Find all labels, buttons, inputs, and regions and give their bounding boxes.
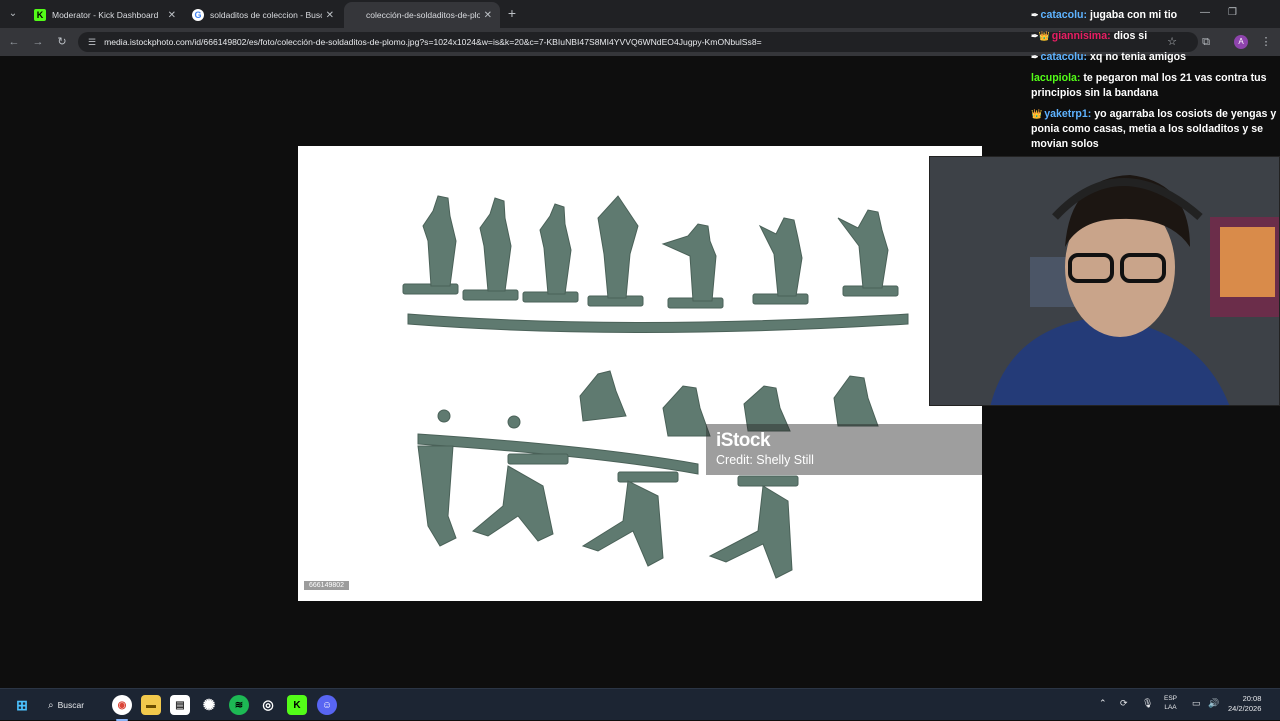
close-tab-icon[interactable]: ✕ xyxy=(484,10,492,21)
badge-icon: ✒ xyxy=(1031,10,1039,20)
streamer-webcam-image xyxy=(930,157,1279,405)
volume-icon[interactable]: 🔊 xyxy=(1208,698,1219,709)
tab-google-search[interactable]: G soldaditos de coleccion - Busca ✕ xyxy=(184,2,342,28)
toy-soldiers-illustration xyxy=(402,195,909,579)
chat-message: ✒ catacolu: xq no tenia amigos xyxy=(1031,50,1278,65)
tab-label: soldaditos de coleccion - Busca xyxy=(210,10,322,20)
clock-time: 20:08 xyxy=(1242,694,1262,703)
language-layout: LAA xyxy=(1164,704,1177,711)
taskbar-search[interactable]: ⌕ Buscar xyxy=(48,696,102,714)
back-arrow-icon[interactable]: ← xyxy=(6,34,22,50)
language-code: ESP xyxy=(1164,695,1178,702)
tab-label: colección-de-soldaditos-de-plo xyxy=(366,10,480,20)
soldiers-photo xyxy=(298,146,982,601)
chrome-icon[interactable]: ◉ xyxy=(112,695,132,715)
windows-taskbar: ⊞ ⌕ Buscar ◉ ▬ ▤ ✺ ≋ ◎ K ☺ ⌃ ⟳ 🎙 ESP LAA… xyxy=(0,688,1280,721)
chat-username: giannisima: xyxy=(1051,30,1111,42)
url-text[interactable]: media.istockphoto.com/id/666149802/es/fo… xyxy=(104,37,762,47)
chat-message: 👑 yaketrp1: yo agarraba los cosiots de ye… xyxy=(1031,107,1278,152)
tab-kick-dashboard[interactable]: K Moderator - Kick Dashboard ✕ xyxy=(26,2,184,28)
chat-username: lacupiola: xyxy=(1031,72,1081,84)
badge-icon: 👑 xyxy=(1031,109,1043,119)
chat-message: ✒👑 giannisima: dios si xyxy=(1031,29,1278,44)
tab-label: Moderator - Kick Dashboard xyxy=(52,10,159,20)
stream-chat-overlay: ✒ catacolu: jugaba con mi tio ✒👑 giannisim… xyxy=(1024,0,1280,156)
forward-arrow-icon[interactable]: → xyxy=(30,34,46,50)
search-label: Buscar xyxy=(57,700,85,710)
chat-text: jugaba con mi tio xyxy=(1090,9,1178,21)
webcam-feed xyxy=(929,156,1280,406)
image-favicon-icon xyxy=(352,9,360,21)
close-tab-icon[interactable]: ✕ xyxy=(168,10,176,21)
tray-overflow-chevron-icon[interactable]: ⌃ xyxy=(1099,698,1107,709)
language-indicator[interactable]: ESP LAA xyxy=(1164,694,1177,712)
clock-date: 24/2/2026 xyxy=(1228,704,1262,713)
display-icon[interactable]: ▭ xyxy=(1192,698,1201,709)
discord-icon[interactable]: ☺ xyxy=(317,695,337,715)
sync-icon[interactable]: ⟳ xyxy=(1120,698,1128,709)
chat-text: dios si xyxy=(1113,30,1148,42)
microphone-icon[interactable]: 🎙 xyxy=(1142,698,1153,709)
system-clock[interactable]: 20:08 24/2/2026 xyxy=(1228,694,1261,714)
chat-username: catacolu: xyxy=(1040,9,1088,21)
chat-username: yaketrp1: xyxy=(1044,108,1092,120)
tab-search-icon[interactable]: ⌄ xyxy=(4,5,22,23)
watermark-credit: Credit: Shelly Still xyxy=(716,453,814,467)
chatgpt-icon[interactable]: ✺ xyxy=(199,695,219,715)
browser-window: ⌄ K Moderator - Kick Dashboard ✕ G solda… xyxy=(0,0,1280,688)
tab-istock-image[interactable]: colección-de-soldaditos-de-plo ✕ xyxy=(344,2,500,28)
chat-username: catacolu: xyxy=(1040,51,1088,63)
badge-icon: ✒ xyxy=(1031,52,1039,62)
file-explorer-icon[interactable]: ▬ xyxy=(141,695,161,715)
image-id-label: 666149802 xyxy=(304,581,350,590)
reload-icon[interactable]: ↻ xyxy=(54,34,70,50)
new-tab-plus-icon[interactable]: + xyxy=(504,5,520,21)
chat-text: xq no tenia amigos xyxy=(1090,51,1186,63)
google-favicon-icon: G xyxy=(192,9,204,21)
site-info-icon[interactable]: ☰ xyxy=(88,37,96,48)
close-tab-icon[interactable]: ✕ xyxy=(326,10,334,21)
kick-favicon-icon: K xyxy=(34,9,46,21)
spotify-icon[interactable]: ≋ xyxy=(229,695,249,715)
watermark-brand: iStock xyxy=(716,430,771,451)
notepad-icon[interactable]: ▤ xyxy=(170,695,190,715)
search-icon: ⌕ xyxy=(48,699,54,711)
windows-start-icon[interactable]: ⊞ xyxy=(12,695,32,715)
chat-message: lacupiola: te pegaron mal los 21 vas con… xyxy=(1031,71,1278,101)
chat-message: ✒ catacolu: jugaba con mi tio xyxy=(1031,8,1278,23)
obs-icon[interactable]: ◎ xyxy=(258,695,278,715)
badge-icon: ✒👑 xyxy=(1031,31,1050,41)
kick-icon[interactable]: K xyxy=(287,695,307,715)
